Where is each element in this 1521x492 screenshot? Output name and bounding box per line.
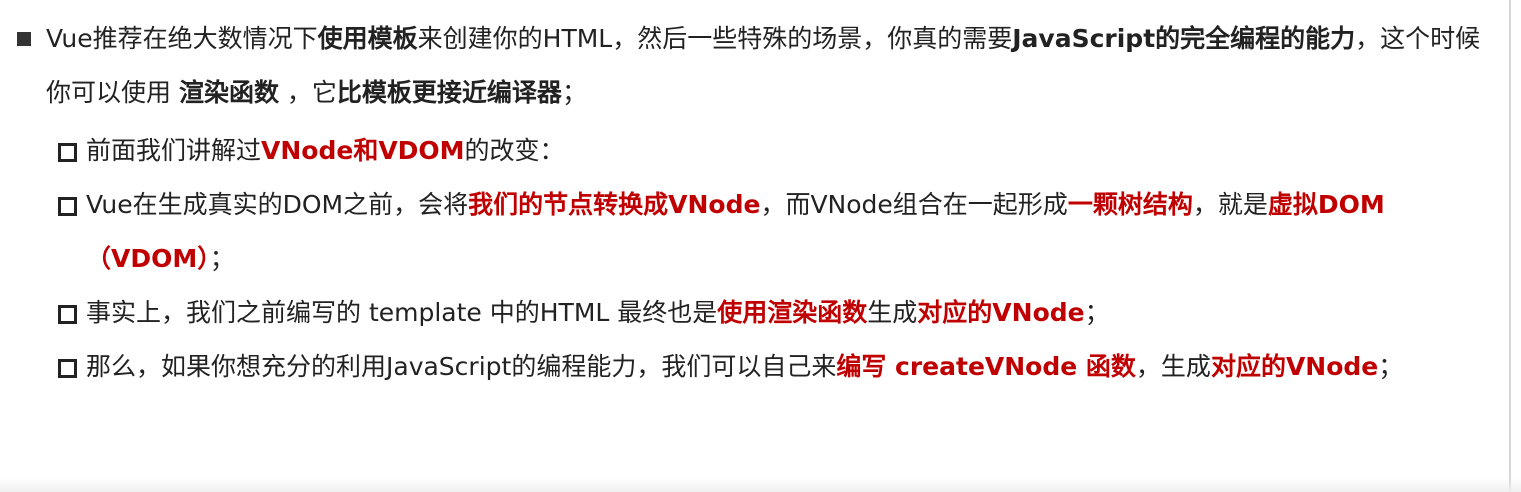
- body-text: ，就是: [1192, 190, 1268, 219]
- body-text: ；: [209, 244, 235, 273]
- body-text: 生成: [867, 298, 918, 327]
- sub-bullet-vnode-vdom: 前面我们讲解过VNode和VDOM的改变：: [0, 124, 1495, 178]
- right-edge-divider: [1509, 0, 1511, 492]
- body-text: Vue在生成真实的DOM之前，会将: [86, 190, 469, 219]
- body-text: ，它: [278, 78, 337, 107]
- body-text: 的改变：: [464, 136, 565, 165]
- bold-text: 渲染函数: [178, 78, 279, 107]
- hollow-square-bullet-icon: [58, 305, 77, 324]
- sub-bullet-text: 那么，如果你想充分的利用JavaScript的编程能力，我们可以自己来编写 cr…: [86, 352, 1403, 381]
- hollow-square-bullet-icon: [58, 143, 77, 162]
- body-text: ；: [1378, 352, 1404, 381]
- bold-text: 使用模板: [317, 24, 418, 53]
- hollow-square-bullet-icon: [58, 197, 77, 216]
- slide-content: Vue推荐在绝大数情况下使用模板来创建你的HTML，然后一些特殊的场景，你真的需…: [0, 0, 1495, 381]
- body-text: ，生成: [1135, 352, 1211, 381]
- main-bullet-point: Vue推荐在绝大数情况下使用模板来创建你的HTML，然后一些特殊的场景，你真的需…: [0, 12, 1495, 120]
- sub-bullet-text: 事实上，我们之前编写的 template 中的HTML 最终也是使用渲染函数生成…: [86, 298, 1110, 327]
- highlight-text: 编写 createVNode 函数: [836, 352, 1136, 381]
- bold-text: JavaScript的完全编程的能力: [1012, 24, 1356, 53]
- body-text: ；: [561, 78, 587, 107]
- sub-bullet-text: 前面我们讲解过VNode和VDOM的改变：: [86, 136, 565, 165]
- highlight-text: 我们的节点转换成VNode: [468, 190, 761, 219]
- bottom-edge-shade: [0, 478, 1521, 492]
- square-bullet-icon: [17, 32, 31, 46]
- body-text: ，而VNode组合在一起形成: [760, 190, 1068, 219]
- body-text: Vue推荐在绝大数情况下: [46, 24, 318, 53]
- sub-bullet-create-vnode: 那么，如果你想充分的利用JavaScript的编程能力，我们可以自己来编写 cr…: [0, 340, 1495, 394]
- highlight-text: 对应的VNode: [1210, 352, 1379, 381]
- highlight-text: 对应的VNode: [917, 298, 1085, 327]
- highlight-text: VNode和VDOM: [261, 136, 465, 165]
- sub-bullet-list: 前面我们讲解过VNode和VDOM的改变： Vue在生成真实的DOM之前，会将我…: [0, 124, 1495, 394]
- hollow-square-bullet-icon: [58, 359, 77, 378]
- body-text: ；: [1084, 298, 1110, 327]
- body-text: 事实上，我们之前编写的 template 中的HTML 最终也是: [86, 298, 718, 327]
- highlight-text: 一颗树结构: [1067, 190, 1193, 219]
- sub-bullet-text: Vue在生成真实的DOM之前，会将我们的节点转换成VNode，而VNode组合在…: [86, 190, 1385, 273]
- highlight-text: 使用渲染函数: [717, 298, 868, 327]
- bold-text: 比模板更接近编译器: [336, 78, 562, 107]
- sub-bullet-template-render: 事实上，我们之前编写的 template 中的HTML 最终也是使用渲染函数生成…: [0, 286, 1495, 340]
- sub-bullet-virtual-dom: Vue在生成真实的DOM之前，会将我们的节点转换成VNode，而VNode组合在…: [0, 178, 1495, 286]
- body-text: 来创建你的HTML，然后一些特殊的场景，你真的需要: [417, 24, 1013, 53]
- main-bullet-text: Vue推荐在绝大数情况下使用模板来创建你的HTML，然后一些特殊的场景，你真的需…: [46, 24, 1480, 107]
- body-text: 那么，如果你想充分的利用JavaScript的编程能力，我们可以自己来: [86, 352, 837, 381]
- body-text: 前面我们讲解过: [86, 136, 262, 165]
